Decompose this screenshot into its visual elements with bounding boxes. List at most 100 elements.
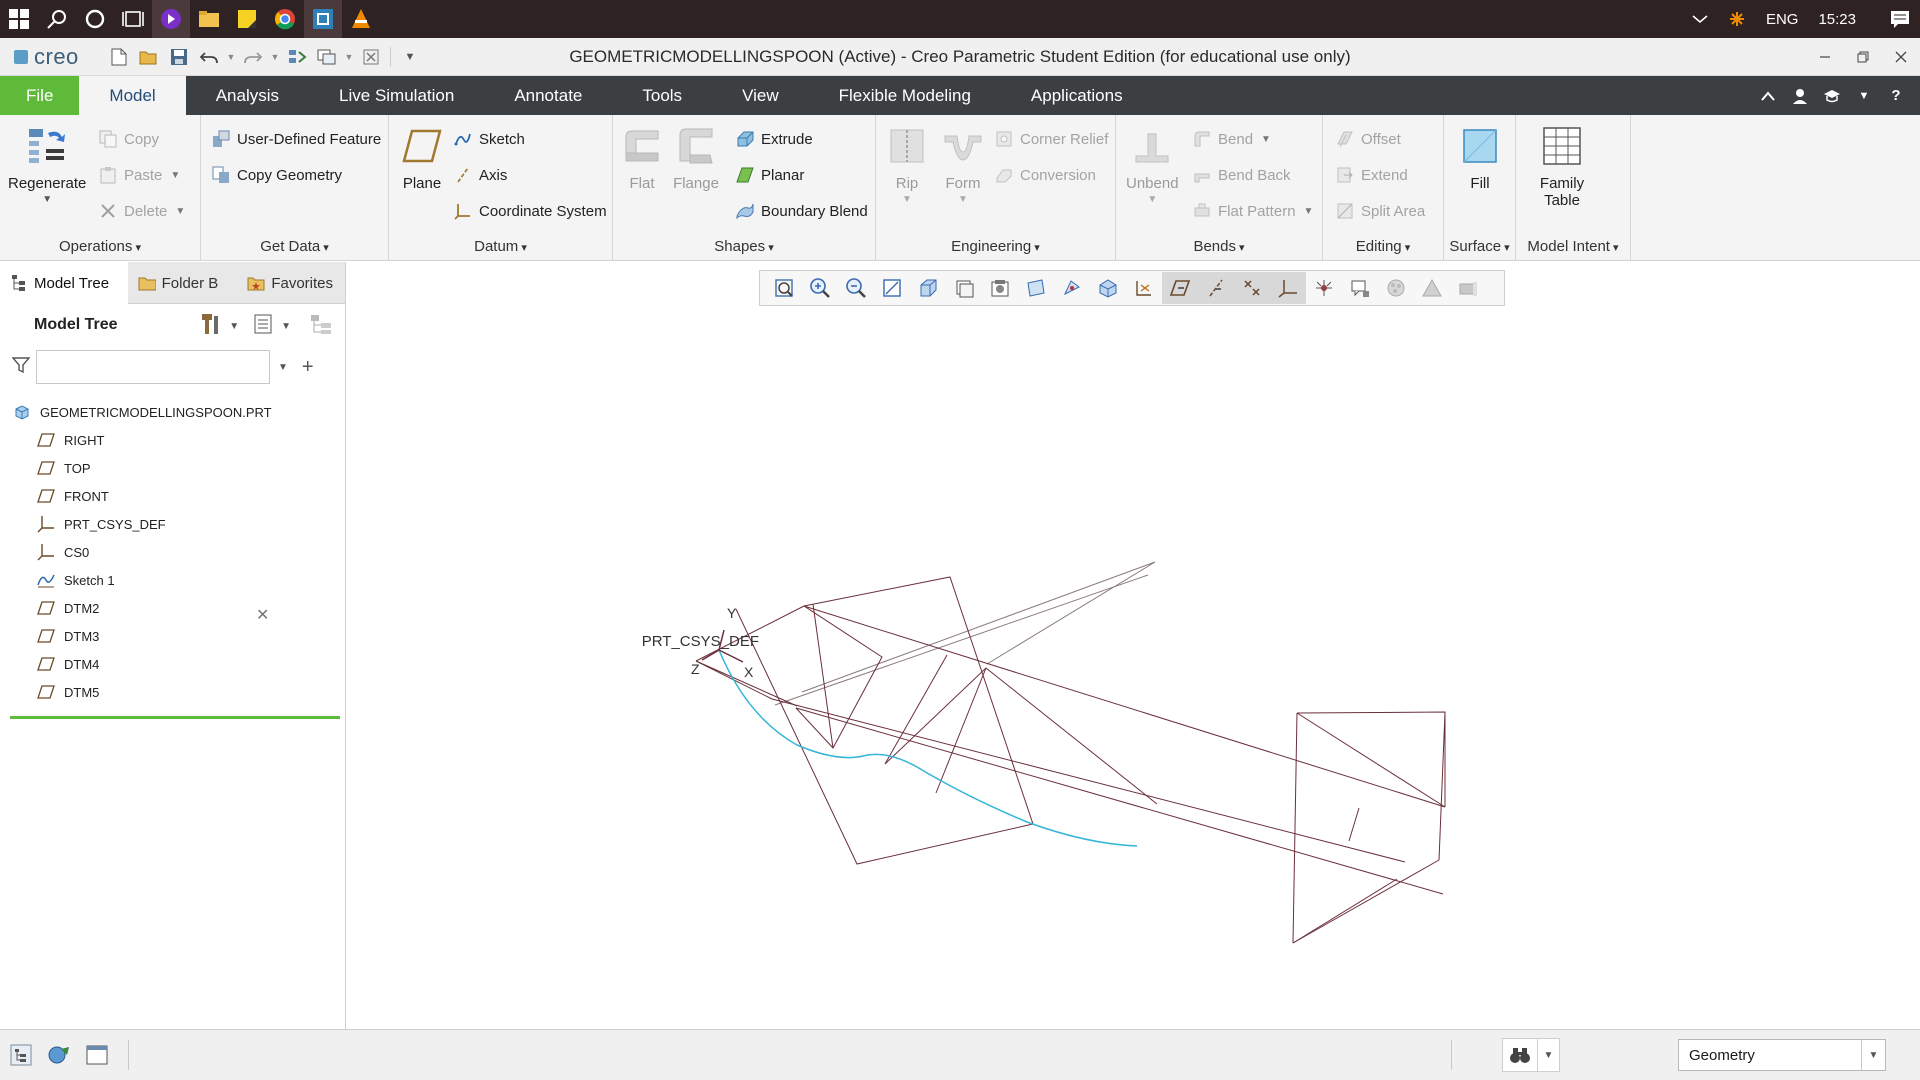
tree-item-right[interactable]: RIGHT xyxy=(0,426,345,454)
bends-group-label[interactable]: Bends xyxy=(1116,238,1322,255)
windows-dropdown-icon[interactable]: ▼ xyxy=(342,38,356,76)
extend-button[interactable]: Extend xyxy=(1335,163,1408,187)
sticky-notes-icon[interactable] xyxy=(228,0,266,38)
model-intent-group-label[interactable]: Model Intent xyxy=(1516,238,1630,255)
coordinate-system-button[interactable]: Coordinate System xyxy=(453,199,607,223)
paste-button[interactable]: Paste ▼ xyxy=(98,163,180,187)
delete-dropdown-icon[interactable]: ▼ xyxy=(175,206,185,217)
show-navigator-icon[interactable] xyxy=(4,1038,38,1072)
axis-button[interactable]: Axis xyxy=(453,163,507,187)
tab-folder-browser[interactable]: Folder B xyxy=(128,262,238,304)
file-explorer-icon[interactable] xyxy=(190,0,228,38)
tree-item-sketch-1[interactable]: Sketch 1 xyxy=(0,566,345,594)
datum-group-label[interactable]: Datum xyxy=(389,238,612,255)
flat-button[interactable]: Flat xyxy=(619,123,665,192)
full-screen-icon[interactable] xyxy=(80,1038,114,1072)
show-browser-icon[interactable] xyxy=(42,1038,76,1072)
regenerate-quick-icon[interactable] xyxy=(282,38,312,76)
regenerate-dropdown-icon[interactable]: ▼ xyxy=(42,194,52,205)
tab-applications[interactable]: Applications xyxy=(1001,76,1153,115)
tree-item-dtm5[interactable]: DTM5 xyxy=(0,678,345,706)
regenerate-button[interactable]: Regenerate ▼ xyxy=(8,123,86,205)
prt-csys-def-triad[interactable]: Y X Z PRT_CSYS_DEF xyxy=(642,605,759,680)
find-binoculars-icon[interactable] xyxy=(1502,1038,1538,1072)
restore-icon[interactable] xyxy=(1844,38,1882,76)
split-area-button[interactable]: Split Area xyxy=(1335,199,1425,223)
selection-filter-select[interactable]: Geometry ▼ xyxy=(1678,1039,1886,1071)
model-geometry-view[interactable]: Y X Z PRT_CSYS_DEF xyxy=(347,262,1920,1029)
find-dropdown-icon[interactable]: ▼ xyxy=(1538,1038,1560,1072)
undo-icon[interactable] xyxy=(194,38,224,76)
tree-item-cs0[interactable]: CS0 xyxy=(0,538,345,566)
vlc-icon[interactable] xyxy=(342,0,380,38)
clear-search-icon[interactable]: ✕ xyxy=(256,605,269,625)
redo-icon[interactable] xyxy=(238,38,268,76)
form-dropdown-icon[interactable]: ▼ xyxy=(958,194,968,205)
graphics-window[interactable]: Y X Z PRT_CSYS_DEF xyxy=(347,262,1920,1029)
windows-start-icon[interactable] xyxy=(0,0,38,38)
insert-here-indicator[interactable] xyxy=(10,716,340,719)
help-icon[interactable]: ? xyxy=(1880,76,1912,115)
save-icon[interactable] xyxy=(164,38,194,76)
close-window-quick-icon[interactable] xyxy=(356,38,386,76)
tree-columns-icon[interactable] xyxy=(309,313,333,340)
tree-search-input[interactable] xyxy=(36,350,270,384)
plane-button[interactable]: Plane xyxy=(399,123,445,192)
conversion-button[interactable]: Conversion xyxy=(994,163,1096,187)
fill-button[interactable]: Fill xyxy=(1457,123,1503,192)
learning-icon[interactable] xyxy=(1816,76,1848,115)
unbend-dropdown-icon[interactable]: ▼ xyxy=(1147,194,1157,205)
tree-root-part[interactable]: GEOMETRICMODELLINGSPOON.PRT xyxy=(0,398,345,426)
task-view-icon[interactable] xyxy=(114,0,152,38)
language-indicator[interactable]: ENG xyxy=(1756,0,1809,38)
form-button[interactable]: Form ▼ xyxy=(940,123,986,205)
rip-dropdown-icon[interactable]: ▼ xyxy=(902,194,912,205)
new-file-icon[interactable] xyxy=(104,38,134,76)
filter-dropdown-icon[interactable]: ▼ xyxy=(278,362,288,373)
delete-button[interactable]: Delete ▼ xyxy=(98,199,185,223)
offset-button[interactable]: Offset xyxy=(1335,127,1401,151)
clock[interactable]: 15:23 xyxy=(1808,0,1866,38)
tab-flexible-modeling[interactable]: Flexible Modeling xyxy=(809,76,1001,115)
open-file-icon[interactable] xyxy=(134,38,164,76)
ribbon-options-dropdown-icon[interactable]: ▼ xyxy=(1848,76,1880,115)
creo-taskbar-icon[interactable] xyxy=(304,0,342,38)
tree-item-prt-csys-def[interactable]: PRT_CSYS_DEF xyxy=(0,510,345,538)
sketch-1-curve[interactable] xyxy=(718,649,1138,847)
show-options-icon[interactable] xyxy=(253,313,273,340)
tree-item-dtm3[interactable]: DTM3 xyxy=(0,622,345,650)
tab-model[interactable]: Model xyxy=(79,76,186,115)
close-icon[interactable] xyxy=(1882,38,1920,76)
flat-pattern-dropdown-icon[interactable]: ▼ xyxy=(1304,206,1314,217)
filter-icon[interactable] xyxy=(11,356,31,379)
tree-item-front[interactable]: FRONT xyxy=(0,482,345,510)
add-filter-icon[interactable]: + xyxy=(302,357,314,377)
flat-pattern-button[interactable]: Flat Pattern ▼ xyxy=(1192,199,1313,223)
tab-model-tree[interactable]: Model Tree xyxy=(0,262,128,304)
tab-annotate[interactable]: Annotate xyxy=(484,76,612,115)
cortana-icon[interactable] xyxy=(76,0,114,38)
bend-back-button[interactable]: Bend Back xyxy=(1192,163,1291,187)
app-purple-icon[interactable] xyxy=(152,0,190,38)
user-icon[interactable] xyxy=(1784,76,1816,115)
extrude-button[interactable]: Extrude xyxy=(735,127,813,151)
corner-relief-button[interactable]: Corner Relief xyxy=(994,127,1108,151)
windows-icon[interactable] xyxy=(312,38,342,76)
notifications-icon[interactable] xyxy=(1880,0,1920,38)
bend-button[interactable]: Bend ▼ xyxy=(1192,127,1271,151)
sketch-button[interactable]: Sketch xyxy=(453,127,525,151)
unbend-button[interactable]: Unbend ▼ xyxy=(1126,123,1179,205)
family-table-button[interactable]: Family Table xyxy=(1539,123,1585,209)
redo-dropdown-icon[interactable]: ▼ xyxy=(268,38,282,76)
settings-tools-icon[interactable] xyxy=(199,312,221,341)
editing-group-label[interactable]: Editing xyxy=(1323,238,1443,255)
chrome-icon[interactable] xyxy=(266,0,304,38)
tree-item-dtm2[interactable]: DTM2 xyxy=(0,594,345,622)
planar-button[interactable]: Planar xyxy=(735,163,804,187)
surface-group-label[interactable]: Surface xyxy=(1444,238,1515,255)
tab-favorites[interactable]: Favorites xyxy=(237,262,345,304)
chevron-up-icon[interactable] xyxy=(1682,0,1718,38)
tab-view[interactable]: View xyxy=(712,76,809,115)
undo-dropdown-icon[interactable]: ▼ xyxy=(224,38,238,76)
tree-item-dtm4[interactable]: DTM4 xyxy=(0,650,345,678)
